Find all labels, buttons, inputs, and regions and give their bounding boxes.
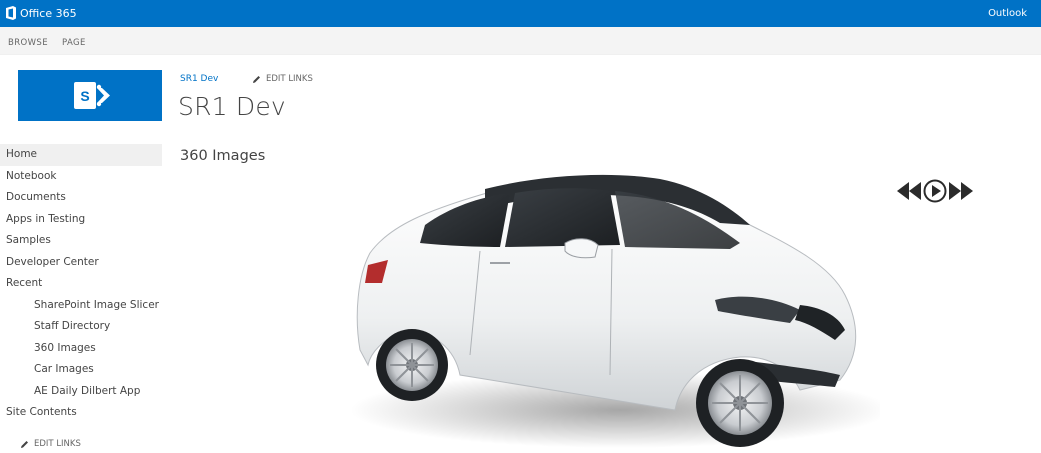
edit-links-nav[interactable]: EDIT LINKS (20, 439, 81, 449)
nav-item-car-images[interactable]: Car Images (0, 359, 162, 381)
play-icon[interactable] (923, 179, 947, 207)
pencil-icon (253, 75, 260, 83)
brand-label: Office 365 (20, 6, 77, 20)
sharepoint-logo-icon: S (74, 82, 110, 109)
quick-launch-nav: Home Notebook Documents Apps in Testing … (0, 144, 162, 424)
nav-item-notebook[interactable]: Notebook (0, 166, 162, 188)
nav-item-developer-center[interactable]: Developer Center (0, 252, 162, 274)
suite-bar: Office 365 Outlook (0, 0, 1041, 27)
nav-item-sharepoint-image-slicer[interactable]: SharePoint Image Slicer (0, 295, 162, 317)
nav-item-ae-daily-dilbert-app[interactable]: AE Daily Dilbert App (0, 381, 162, 403)
edit-links-top[interactable]: EDIT LINKS (252, 74, 313, 84)
nav-item-360-images[interactable]: 360 Images (0, 338, 162, 360)
edit-links-nav-label: EDIT LINKS (34, 439, 81, 449)
pencil-icon (21, 440, 28, 448)
forward-icon[interactable] (949, 182, 973, 204)
nav-item-documents[interactable]: Documents (0, 187, 162, 209)
office-logo-icon (5, 6, 17, 20)
breadcrumb[interactable]: SR1 Dev (180, 74, 218, 84)
nav-item-home[interactable]: Home (0, 144, 162, 166)
ribbon: BROWSE PAGE (0, 27, 1041, 55)
outlook-link[interactable]: Outlook (988, 8, 1027, 19)
nav-item-staff-directory[interactable]: Staff Directory (0, 316, 162, 338)
nav-item-samples[interactable]: Samples (0, 230, 162, 252)
office365-brand[interactable]: Office 365 (5, 6, 77, 20)
car-360-image[interactable] (320, 165, 890, 453)
rewind-icon[interactable] (897, 182, 921, 204)
tab-page[interactable]: PAGE (62, 38, 86, 48)
tab-browse[interactable]: BROWSE (8, 38, 48, 48)
svg-text:S: S (80, 88, 89, 104)
page-title: SR1 Dev (178, 92, 286, 121)
nav-item-site-contents[interactable]: Site Contents (0, 402, 162, 424)
site-logo[interactable]: S (18, 70, 162, 121)
nav-item-apps-in-testing[interactable]: Apps in Testing (0, 209, 162, 231)
edit-links-label: EDIT LINKS (266, 74, 313, 84)
image-player-controls (897, 179, 975, 203)
section-title: 360 Images (180, 148, 266, 164)
nav-item-recent[interactable]: Recent (0, 273, 162, 295)
